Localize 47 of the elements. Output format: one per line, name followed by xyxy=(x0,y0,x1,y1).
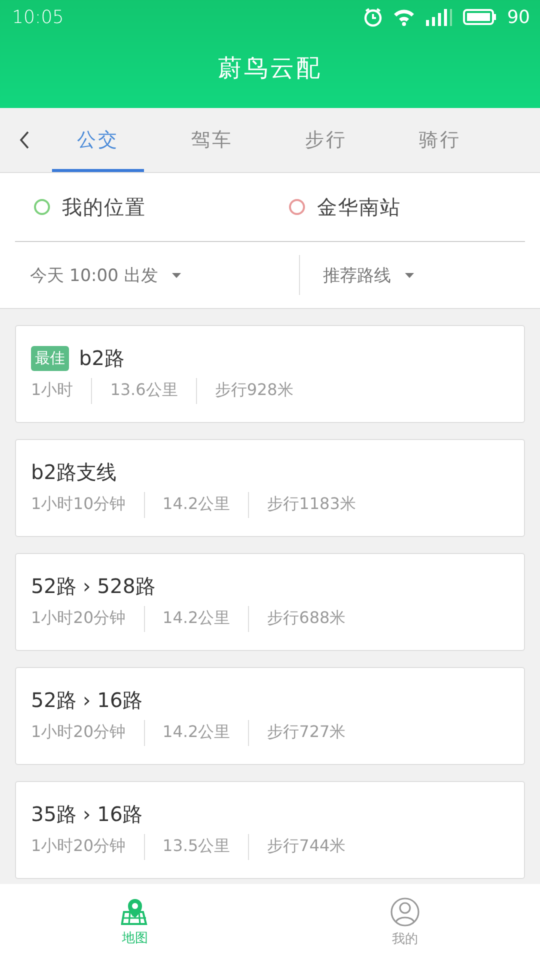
route-card[interactable]: b2路支线 1小时10分钟 14.2公里 步行1183米 xyxy=(15,439,525,537)
tab[interactable]: 骑行 xyxy=(394,108,486,172)
dropdown-button[interactable]: 今天 10:00 出发 xyxy=(0,255,300,295)
back-icon xyxy=(18,130,30,150)
route-stat: 14.2公里 xyxy=(162,494,230,515)
route-stat: 步行1183米 xyxy=(267,494,356,515)
map-pin-icon xyxy=(121,898,149,926)
location-label[interactable]: 我的位置 xyxy=(62,194,146,220)
app-title: 蔚鸟云配 xyxy=(217,53,323,84)
person-icon xyxy=(390,896,420,926)
route-stat: 13.5公里 xyxy=(162,836,230,857)
tab[interactable]: 驾车 xyxy=(166,108,258,172)
route-stat: 14.2公里 xyxy=(162,608,230,629)
route-stat: 步行727米 xyxy=(267,722,346,743)
caret-icon xyxy=(405,272,414,278)
route-stat: 1小时20分钟 xyxy=(31,836,126,857)
route-stat: 14.2公里 xyxy=(162,722,230,743)
route-name: b2路支线 xyxy=(31,458,116,486)
route-stat: 步行688米 xyxy=(267,608,346,629)
route-stat: 13.6公里 xyxy=(110,380,178,401)
route-name: 52路 › 16路 xyxy=(31,686,143,714)
route-name: b2路 xyxy=(79,344,124,372)
route-card[interactable]: 52路 › 16路 1小时20分钟 14.2公里 步行727米 xyxy=(15,667,525,765)
alarm-icon xyxy=(363,7,384,27)
caret-icon xyxy=(172,272,181,278)
location-label[interactable]: 金华南站 xyxy=(317,194,401,220)
dropdown-button[interactable]: 推荐路线 xyxy=(323,255,414,295)
route-card[interactable]: 35路 › 16路 1小时20分钟 13.5公里 步行744米 xyxy=(15,781,525,879)
route-stat: 步行744米 xyxy=(267,836,346,857)
status-time: 10:05 xyxy=(12,6,64,28)
battery-icon xyxy=(463,8,498,26)
route-stat: 1小时 xyxy=(31,380,74,401)
wifi-icon xyxy=(393,7,416,27)
route-card[interactable]: 52路 › 528路 1小时20分钟 14.2公里 步行688米 xyxy=(15,553,525,651)
nav-item[interactable]: 我的 xyxy=(365,884,445,960)
route-stat: 1小时10分钟 xyxy=(31,494,126,515)
battery-level: 90 xyxy=(507,6,530,28)
best-badge: 最佳 xyxy=(31,346,69,370)
route-name: 52路 › 528路 xyxy=(31,572,156,600)
route-name: 35路 › 16路 xyxy=(31,800,143,828)
route-card[interactable]: 最佳 b2路 1小时 13.6公里 步行928米 xyxy=(15,325,525,423)
route-stat: 1小时20分钟 xyxy=(31,608,126,629)
signal-icon xyxy=(425,7,454,27)
route-stat: 1小时20分钟 xyxy=(31,722,126,743)
tab[interactable]: 步行 xyxy=(280,108,372,172)
route-stat: 步行928米 xyxy=(214,380,294,401)
nav-item[interactable]: 地图 xyxy=(95,884,175,960)
